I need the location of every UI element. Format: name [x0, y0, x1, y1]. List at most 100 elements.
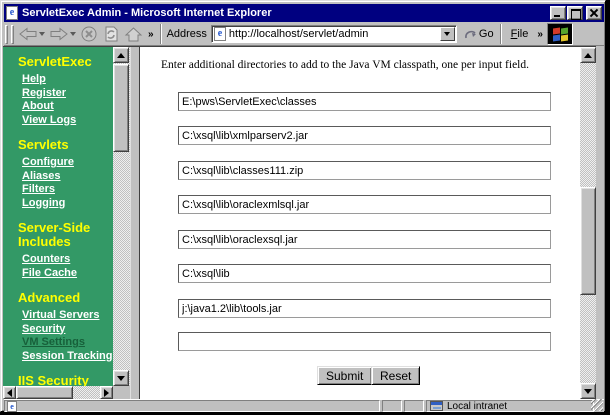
arrow-up-icon — [117, 53, 125, 58]
sidebar-vertical-scrollbar[interactable] — [113, 47, 130, 386]
status-message-pane: e — [4, 400, 380, 412]
status-pane-small — [382, 400, 402, 412]
stop-button[interactable] — [78, 24, 100, 45]
sidebar-item-configure[interactable]: Configure — [22, 156, 113, 170]
sidebar-item-virtual-servers[interactable]: Virtual Servers — [22, 309, 113, 323]
nav-section-iis-security: IIS Security — [3, 374, 113, 386]
content-vertical-scrollbar[interactable] — [580, 47, 596, 399]
go-arrow-icon — [464, 28, 477, 40]
minimize-button[interactable] — [550, 6, 566, 20]
nav-section-ssi: Server-Side Includes Counters File Cache — [3, 221, 113, 280]
frame-divider[interactable] — [130, 47, 140, 399]
local-intranet-icon — [430, 401, 443, 411]
maximize-button[interactable] — [567, 6, 583, 20]
classpath-input-5[interactable] — [178, 230, 551, 249]
nav-section-advanced: Advanced Virtual Servers Security VM Set… — [3, 291, 113, 363]
nav-header: Server-Side Includes — [18, 221, 113, 249]
sidebar-item-security[interactable]: Security — [22, 323, 113, 337]
sidebar-item-help[interactable]: Help — [22, 73, 113, 87]
close-button[interactable] — [586, 6, 602, 20]
menu-file[interactable]: File — [505, 26, 535, 42]
content-frame: Enter additional directories to add to t… — [140, 47, 580, 399]
back-dropdown-icon[interactable] — [39, 32, 45, 36]
sidebar-item-view-logs[interactable]: View Logs — [22, 114, 113, 128]
title-bar[interactable]: e ServletExec Admin - Microsoft Internet… — [4, 4, 604, 22]
back-arrow-icon — [18, 26, 38, 42]
home-button[interactable] — [122, 24, 145, 45]
ie-logo-icon: e — [6, 6, 18, 20]
scroll-left-button[interactable] — [3, 386, 16, 399]
sidebar-item-session-tracking[interactable]: Session Tracking — [22, 350, 113, 364]
toolbar-separator — [500, 24, 502, 44]
scrollbar-thumb[interactable] — [113, 64, 129, 152]
sidebar-item-vm-settings[interactable]: VM Settings — [22, 336, 113, 350]
forward-arrow-icon — [49, 26, 69, 42]
scrollbar-thumb[interactable] — [580, 187, 596, 295]
resize-grip[interactable] — [591, 399, 603, 411]
browser-toolbar: » Address e http://localhost/servlet/adm… — [4, 23, 604, 46]
sidebar-item-logging[interactable]: Logging — [22, 197, 113, 211]
nav-header: ServletExec — [18, 55, 113, 69]
classpath-input-6[interactable] — [178, 264, 551, 283]
reset-button[interactable]: Reset — [371, 366, 420, 385]
refresh-button[interactable] — [100, 24, 122, 45]
sidebar-item-file-cache[interactable]: File Cache — [22, 267, 113, 281]
scroll-down-button[interactable] — [580, 383, 596, 399]
classpath-input-3[interactable] — [178, 161, 551, 180]
arrow-right-icon — [104, 389, 109, 397]
address-url[interactable]: http://localhost/servlet/admin — [229, 28, 456, 40]
sidebar-item-register[interactable]: Register — [22, 87, 113, 101]
scroll-up-button[interactable] — [580, 47, 596, 63]
scroll-right-button[interactable] — [100, 386, 113, 399]
window-title: ServletExec Admin - Microsoft Internet E… — [22, 7, 549, 19]
toolbar-grip[interactable] — [11, 25, 14, 44]
status-bar: e Local intranet — [4, 399, 604, 412]
sidebar-item-filters[interactable]: Filters — [22, 183, 113, 197]
submit-button[interactable]: Submit — [317, 366, 372, 385]
address-dropdown-button[interactable] — [440, 27, 455, 41]
classpath-input-2[interactable] — [178, 126, 551, 145]
scroll-up-button[interactable] — [113, 47, 129, 63]
address-bar[interactable]: e http://localhost/servlet/admin — [211, 25, 457, 43]
sidebar-horizontal-scrollbar[interactable] — [3, 386, 113, 399]
classpath-input-8[interactable] — [178, 332, 551, 351]
toolbar-grip[interactable] — [5, 25, 8, 44]
ie-throbber — [547, 23, 573, 45]
instruction-text: Enter additional directories to add to t… — [161, 59, 576, 71]
address-label: Address — [167, 28, 207, 40]
forward-dropdown-icon[interactable] — [70, 32, 76, 36]
scrollbar-thumb[interactable] — [16, 386, 73, 399]
classpath-input-7[interactable] — [178, 299, 551, 318]
go-button[interactable]: Go — [461, 27, 497, 41]
sidebar-item-about[interactable]: About — [22, 100, 113, 114]
page-icon: e — [214, 27, 226, 41]
nav-header: Servlets — [18, 138, 113, 152]
menubar-overflow-chevron[interactable]: » — [534, 29, 546, 40]
back-button[interactable] — [16, 24, 47, 45]
home-icon — [124, 26, 143, 43]
arrow-up-icon — [584, 53, 592, 58]
classpath-input-4[interactable] — [178, 195, 551, 214]
classpath-input-1[interactable] — [178, 92, 551, 111]
sidebar-item-counters[interactable]: Counters — [22, 253, 113, 267]
chevron-down-icon — [444, 32, 450, 36]
forward-button[interactable] — [47, 24, 78, 45]
nav-header: Advanced — [18, 291, 113, 305]
toolbar-overflow-chevron[interactable]: » — [145, 29, 157, 40]
arrow-down-icon — [117, 376, 125, 381]
browser-window: e ServletExec Admin - Microsoft Internet… — [0, 0, 606, 412]
scrollbar-corner — [113, 386, 130, 399]
frameset: ServletExec Help Register About View Log… — [3, 46, 596, 398]
security-zone-pane[interactable]: Local intranet — [426, 400, 594, 412]
nav-sidebar: ServletExec Help Register About View Log… — [3, 47, 113, 386]
page-status-icon: e — [7, 401, 17, 412]
refresh-icon — [102, 25, 120, 43]
toolbar-separator — [160, 24, 162, 44]
nav-section-servletexec: ServletExec Help Register About View Log… — [3, 55, 113, 127]
sidebar-item-aliases[interactable]: Aliases — [22, 170, 113, 184]
stop-icon — [80, 25, 98, 43]
nav-header: IIS Security — [18, 374, 113, 386]
scroll-down-button[interactable] — [113, 370, 129, 386]
arrow-down-icon — [584, 389, 592, 394]
arrow-left-icon — [7, 389, 12, 397]
